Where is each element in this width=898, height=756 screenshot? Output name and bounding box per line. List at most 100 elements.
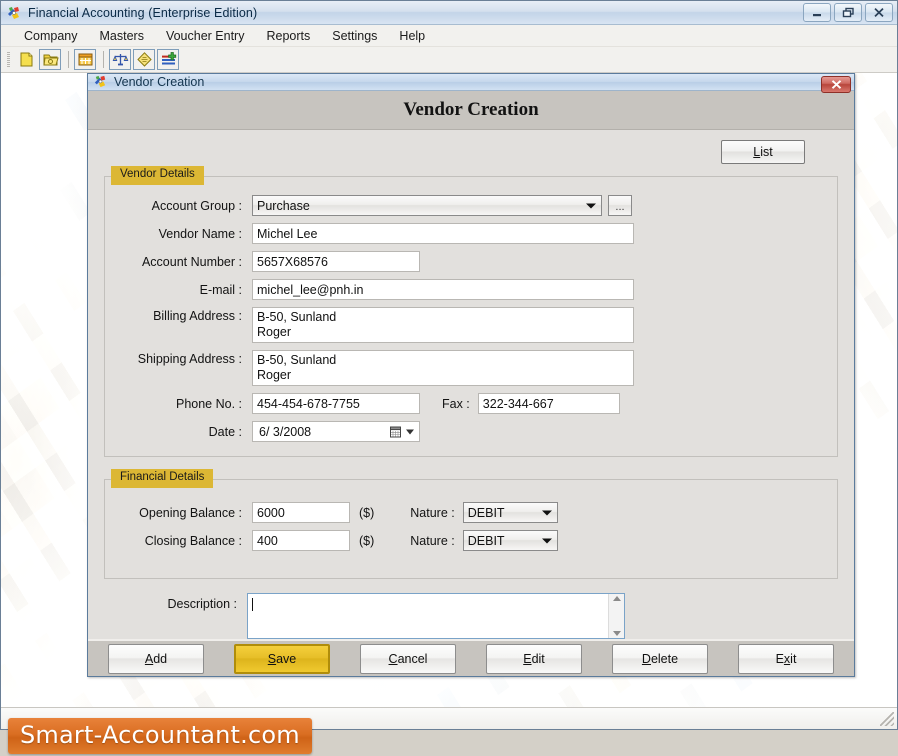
close-button[interactable]	[865, 3, 893, 22]
chevron-down-icon	[586, 203, 596, 209]
app-title: Financial Accounting (Enterprise Edition…	[28, 5, 258, 20]
closing-nature-label: Nature :	[410, 533, 455, 548]
exit-button[interactable]: Ex it	[738, 643, 834, 674]
delete-button-after: elete	[650, 651, 679, 666]
edit-button[interactable]: Edit	[486, 643, 582, 674]
field-row-account-group: Account Group : Purchase ...	[117, 195, 825, 217]
window-controls	[803, 3, 893, 22]
description-textarea[interactable]	[247, 593, 625, 640]
chevron-down-icon	[541, 538, 552, 544]
email-label: E-mail :	[199, 282, 242, 297]
save-button-after: ave	[276, 651, 297, 666]
delete-button-accel: D	[641, 651, 651, 666]
description-label: Description :	[167, 597, 237, 612]
field-row-email: E-mail : michel_lee@pnh.in	[117, 279, 825, 301]
field-row-date: Date : 6/ 3/2008	[117, 421, 825, 443]
phone-input[interactable]: 454-454-678-7755	[252, 393, 420, 415]
text-cursor	[252, 598, 253, 612]
field-row-phone-fax: Phone No. : 454-454-678-7755 Fax : 322-3…	[117, 393, 825, 415]
watermark-text: Smart-Accountant.com	[20, 721, 300, 749]
main-application-window: Financial Accounting (Enterprise Edition…	[0, 0, 898, 730]
field-row-vendor-name: Vendor Name : Michel Lee	[117, 223, 825, 245]
description-row: Description :	[104, 593, 838, 640]
menu-help[interactable]: Help	[388, 27, 436, 45]
cancel-button[interactable]: Cancel	[360, 643, 456, 674]
account-group-label: Account Group :	[151, 198, 242, 213]
opening-balance-input[interactable]: 6000	[252, 502, 350, 524]
opening-nature-select[interactable]: DEBIT	[462, 502, 558, 524]
new-document-icon[interactable]	[15, 49, 37, 70]
minimize-button[interactable]	[803, 3, 831, 22]
vendor-details-legend: Vendor Details	[111, 166, 204, 185]
account-group-browse-button[interactable]: ...	[608, 195, 632, 217]
save-button-accel: S	[267, 651, 277, 666]
financial-details-legend: Financial Details	[111, 469, 214, 488]
scroll-down-icon[interactable]	[612, 631, 621, 637]
exit-button-before: E	[775, 651, 784, 666]
cancel-button-after: ancel	[397, 651, 428, 666]
delete-button[interactable]: Delete	[612, 643, 708, 674]
closing-nature-select[interactable]: DEBIT	[462, 530, 558, 552]
ledger-book-icon[interactable]	[133, 49, 155, 70]
balance-scale-icon[interactable]	[109, 49, 131, 70]
account-group-select[interactable]: Purchase	[252, 195, 602, 217]
dialog-title: Vendor Creation	[114, 75, 205, 89]
vendor-name-label: Vendor Name :	[158, 226, 242, 241]
menu-bar: Company Masters Voucher Entry Reports Se…	[1, 25, 897, 47]
billing-address-input[interactable]: B-50, Sunland Roger	[252, 307, 634, 344]
field-row-billing-address: Billing Address : B-50, Sunland Roger	[117, 307, 825, 344]
menu-masters[interactable]: Masters	[89, 27, 155, 45]
billing-address-label: Billing Address :	[153, 309, 242, 324]
dialog-logo-icon	[93, 74, 109, 90]
toolbar-grip[interactable]	[7, 51, 10, 68]
shipping-address-input[interactable]: B-50, Sunland Roger	[252, 350, 634, 387]
restore-button[interactable]	[834, 3, 862, 22]
resize-grip[interactable]	[880, 711, 894, 726]
dialog-close-icon[interactable]	[821, 76, 851, 93]
list-button-accel: L	[753, 145, 761, 160]
vendor-name-input[interactable]: Michel Lee	[252, 223, 634, 245]
save-button[interactable]: Save	[234, 643, 330, 674]
screen: Financial Accounting (Enterprise Edition…	[0, 0, 898, 756]
main-title-bar: Financial Accounting (Enterprise Edition…	[1, 1, 897, 25]
description-scrollbar[interactable]	[608, 594, 624, 639]
financial-details-group: Financial Details Opening Balance : 6000…	[104, 469, 838, 580]
opening-nature-label: Nature :	[410, 505, 455, 520]
edit-button-accel: E	[523, 651, 532, 666]
menu-voucher-entry[interactable]: Voucher Entry	[155, 27, 256, 45]
date-picker[interactable]: 6/ 3/2008	[252, 421, 420, 443]
closing-balance-input[interactable]: 400	[252, 530, 350, 552]
dialog-footer: Add Save Cancel Edit Delete Ex it	[88, 639, 854, 676]
toolbar-separator-2	[103, 51, 104, 68]
scroll-up-icon[interactable]	[612, 596, 621, 602]
dialog-header-band: Vendor Creation	[88, 91, 854, 131]
menu-reports[interactable]: Reports	[255, 27, 321, 45]
open-folder-icon[interactable]	[39, 49, 61, 70]
opening-nature-value: DEBIT	[467, 505, 505, 520]
toolbar-separator	[68, 51, 69, 68]
list-button[interactable]: List	[721, 140, 805, 165]
cancel-button-accel: C	[388, 651, 398, 666]
vendor-details-group: Vendor Details Account Group : Purchase …	[104, 166, 838, 458]
add-button-accel: A	[144, 651, 154, 666]
closing-balance-label: Closing Balance :	[144, 533, 242, 548]
date-label: Date :	[208, 424, 242, 439]
add-button-after: dd	[153, 651, 168, 666]
add-entry-icon[interactable]	[157, 49, 179, 70]
opening-balance-label: Opening Balance :	[139, 505, 242, 520]
add-button[interactable]: Add	[108, 643, 204, 674]
tool-bar	[1, 47, 897, 73]
field-row-closing-balance: Closing Balance : 400 ($) Nature : DEBIT	[117, 530, 825, 552]
edit-button-after: dit	[531, 651, 545, 666]
list-button-rest: ist	[760, 145, 773, 160]
fax-input[interactable]: 322-344-667	[477, 393, 620, 415]
closing-nature-value: DEBIT	[467, 533, 505, 548]
menu-settings[interactable]: Settings	[321, 27, 388, 45]
menu-company[interactable]: Company	[13, 27, 89, 45]
email-input[interactable]: michel_lee@pnh.in	[252, 279, 634, 301]
field-row-account-number: Account Number : 5657X68576	[117, 251, 825, 273]
account-number-input[interactable]: 5657X68576	[252, 251, 420, 273]
opening-balance-currency: ($)	[359, 505, 375, 520]
calendar-grid-icon[interactable]	[74, 49, 96, 70]
phone-label: Phone No. :	[175, 396, 242, 411]
